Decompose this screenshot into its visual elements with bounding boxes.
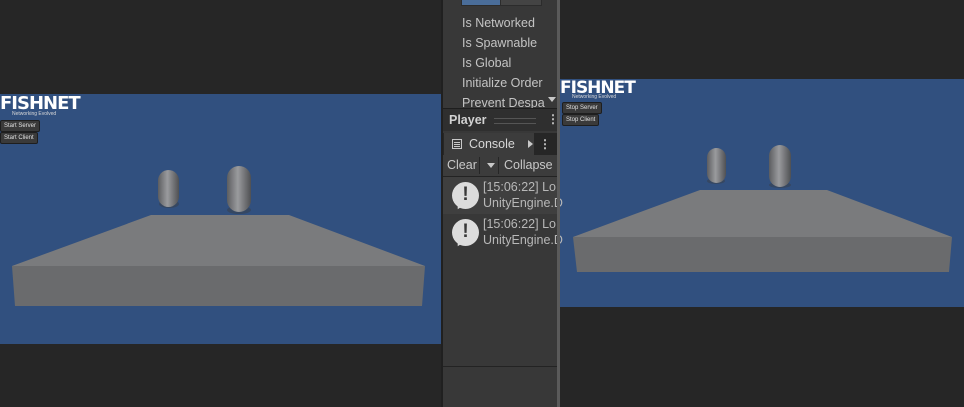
is-networked-label: Is Networked: [462, 16, 535, 30]
left-game-view[interactable]: FISHNET Networking Evolved Start Server …: [0, 94, 441, 344]
scroll-down-icon[interactable]: [548, 97, 556, 102]
tab-console[interactable]: Console: [444, 133, 534, 155]
warning-speech-icon: !: [452, 182, 479, 209]
is-global-label: Is Global: [462, 56, 512, 70]
capsule-player-small: [707, 148, 726, 183]
console-toolbar: Clear Collapse: [441, 155, 559, 177]
platform-front: [573, 237, 952, 272]
log-entry[interactable]: ! [15:06:22] Lo UnityEngine.D: [441, 214, 563, 256]
is-spawnable-label: Is Spawnable: [462, 36, 538, 50]
console-tab-label: Console: [469, 137, 515, 151]
tab-overflow-icon[interactable]: [528, 140, 533, 148]
log-line-2: UnityEngine.D: [483, 196, 563, 210]
panel-splitter-right[interactable]: [557, 0, 560, 407]
console-footer-divider: [441, 366, 559, 367]
panel-splitter-left[interactable]: [441, 0, 443, 407]
inspector-toggle[interactable]: [500, 0, 542, 6]
player-panel-title: Player: [449, 113, 487, 127]
start-client-button[interactable]: Start Client: [0, 132, 38, 144]
log-entry[interactable]: ! [15:06:22] Lo UnityEngine.D: [441, 177, 563, 219]
log-line-1: [15:06:22] Lo: [483, 217, 556, 231]
console-more-options-icon[interactable]: ⋮: [539, 138, 551, 150]
log-line-1: [15:06:22] Lo: [483, 180, 556, 194]
player-panel-header[interactable]: Player ⋮: [441, 108, 559, 131]
log-line-2: UnityEngine.D: [483, 233, 563, 247]
capsule-player-large: [227, 166, 251, 212]
fishnet-logo-subtitle: Networking Evolved: [12, 111, 57, 117]
platform-front: [12, 266, 425, 306]
drag-handle-icon[interactable]: [494, 118, 536, 124]
right-scene: [560, 79, 964, 307]
log-message: [15:06:22] Lo UnityEngine.D: [483, 216, 563, 248]
right-game-view[interactable]: FISHNET Networking Evolved Stop Server S…: [560, 79, 964, 307]
editor-side-panel: Is Networked Is Spawnable Is Global Init…: [441, 0, 563, 407]
capsule-player-large: [769, 145, 791, 187]
collapse-button[interactable]: Collapse: [504, 158, 553, 172]
clear-button[interactable]: Clear: [447, 158, 477, 172]
clear-options-dropdown-icon[interactable]: [487, 163, 495, 168]
log-message: [15:06:22] Lo UnityEngine.D: [483, 179, 563, 211]
start-server-button[interactable]: Start Server: [0, 120, 41, 132]
left-scene: [0, 94, 441, 344]
warning-speech-icon: !: [452, 219, 479, 246]
console-icon: [452, 139, 462, 149]
inspector-toggle-selected[interactable]: [461, 0, 501, 6]
capsule-player-small: [158, 170, 179, 207]
stop-client-button[interactable]: Stop Client: [562, 114, 600, 126]
initialize-order-label: Initialize Order: [462, 76, 543, 90]
fishnet-logo-subtitle: Networking Evolved: [572, 94, 617, 100]
console-tab-bar: Console ⋮: [441, 133, 559, 155]
stop-server-button[interactable]: Stop Server: [562, 102, 602, 114]
